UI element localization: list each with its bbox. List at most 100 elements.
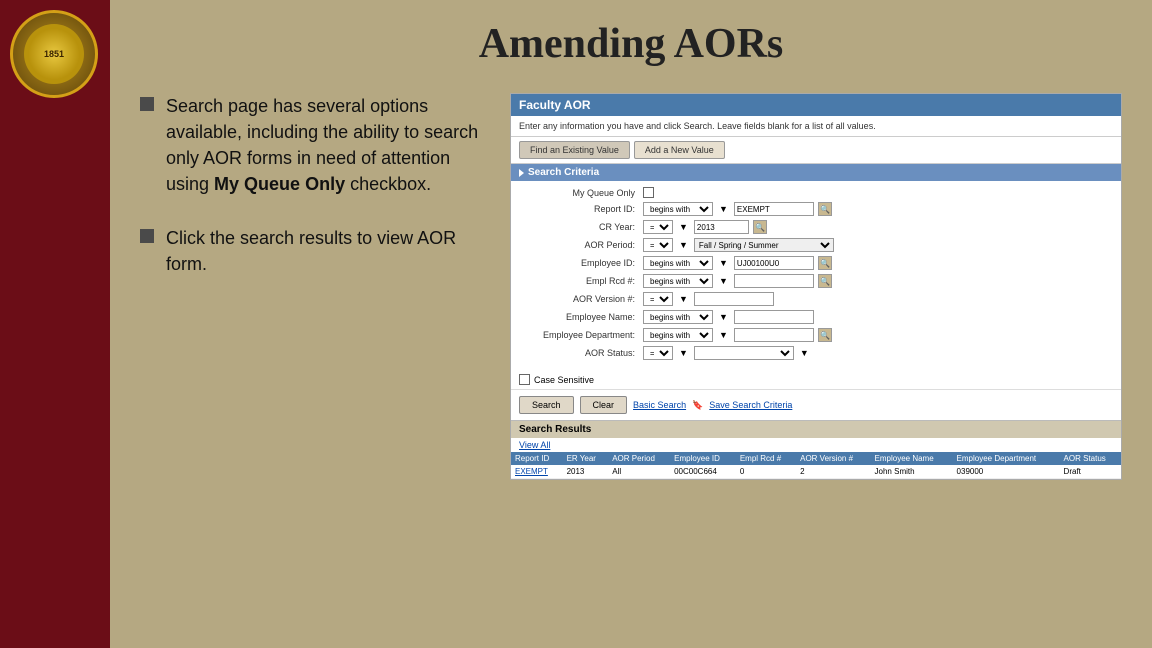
col-employee-name: Employee Name	[871, 452, 953, 465]
aor-status-select[interactable]	[694, 346, 794, 360]
cr-year-operator[interactable]: =	[643, 220, 673, 234]
tab-add-new[interactable]: Add a New Value	[634, 141, 725, 159]
cell-report-id[interactable]: EXEMPT	[511, 465, 563, 479]
employee-name-row: Employee Name: begins with ▼	[519, 310, 1113, 324]
cr-year-row: CR Year: = ▼ 🔍	[519, 220, 1113, 234]
case-sensitive-row: Case Sensitive	[511, 370, 1121, 389]
cr-year-label: CR Year:	[519, 222, 639, 232]
col-empl-rcd: Empl Rcd #	[736, 452, 796, 465]
view-all-link[interactable]: View All	[511, 438, 1121, 452]
bullet-item-2: Click the search results to view AOR for…	[140, 225, 480, 277]
report-id-label: Report ID:	[519, 204, 639, 214]
basic-search-link[interactable]: Basic Search	[633, 400, 686, 410]
table-row: EXEMPT 2013 All 00C00C664 0 2 John Smith…	[511, 465, 1121, 479]
empl-rcd-input[interactable]	[734, 274, 814, 288]
my-queue-checkbox[interactable]	[643, 187, 654, 198]
aor-version-row: AOR Version #: = ▼	[519, 292, 1113, 306]
employee-dept-operator[interactable]: begins with	[643, 328, 713, 342]
cell-employee-dept: 039000	[953, 465, 1060, 479]
aor-period-row: AOR Period: = ▼ Fall / Spring / Summer	[519, 238, 1113, 252]
employee-dept-eq: ▼	[717, 330, 730, 340]
employee-id-input[interactable]	[734, 256, 814, 270]
screenshot-panel: Faculty AOR Enter any information you ha…	[510, 93, 1122, 480]
aor-period-operator[interactable]: =	[643, 238, 673, 252]
employee-id-operator[interactable]: begins with	[643, 256, 713, 270]
report-id-operator[interactable]: begins with	[643, 202, 713, 216]
col-aor-period: AOR Period	[608, 452, 670, 465]
col-employee-id: Employee ID	[670, 452, 736, 465]
empl-rcd-label: Empl Rcd #:	[519, 276, 639, 286]
save-criteria-icon: 🔖	[692, 400, 703, 411]
employee-name-eq: ▼	[717, 312, 730, 322]
aor-status-dropdown-icon: ▼	[798, 348, 811, 358]
clear-button[interactable]: Clear	[580, 396, 628, 414]
cr-year-eq: ▼	[677, 222, 690, 232]
case-sensitive-checkbox[interactable]	[519, 374, 530, 385]
aor-version-input[interactable]	[694, 292, 774, 306]
cr-year-input[interactable]	[694, 220, 749, 234]
triangle-icon	[519, 169, 524, 177]
bullet-item-1: Search page has several options availabl…	[140, 93, 480, 197]
cr-year-search-icon[interactable]: 🔍	[753, 220, 767, 234]
col-aor-status: AOR Status	[1060, 452, 1121, 465]
empl-rcd-operator[interactable]: begins with	[643, 274, 713, 288]
empl-rcd-search-icon[interactable]: 🔍	[818, 274, 832, 288]
cell-er-year: 2013	[563, 465, 609, 479]
bullet-icon-1	[140, 97, 154, 111]
bullets-section: Search page has several options availabl…	[140, 93, 480, 306]
save-criteria-link[interactable]: Save Search Criteria	[709, 400, 792, 410]
report-id-search-icon[interactable]: 🔍	[818, 202, 832, 216]
bullet-text-1: Search page has several options availabl…	[166, 93, 480, 197]
form-grid: My Queue Only Report ID: begins with ▼ 🔍…	[511, 181, 1121, 370]
results-header-bar: Search Results	[511, 420, 1121, 438]
results-table-header-row: Report ID ER Year AOR Period Employee ID…	[511, 452, 1121, 465]
report-id-eq: ▼	[717, 204, 730, 214]
report-id-input[interactable]	[734, 202, 814, 216]
page-title: Amending AORs	[140, 20, 1122, 68]
col-report-id: Report ID	[511, 452, 563, 465]
aor-status-operator[interactable]: =	[643, 346, 673, 360]
search-button[interactable]: Search	[519, 396, 574, 414]
my-queue-row: My Queue Only	[519, 187, 1113, 198]
tabs-row: Find an Existing Value Add a New Value	[511, 137, 1121, 164]
empl-rcd-eq: ▼	[717, 276, 730, 286]
employee-name-input[interactable]	[734, 310, 814, 324]
content-row: Search page has several options availabl…	[140, 93, 1122, 480]
panel-title: Faculty AOR	[519, 98, 591, 112]
search-criteria-label: Search Criteria	[528, 167, 599, 178]
aor-status-row: AOR Status: = ▼ ▼	[519, 346, 1113, 360]
aor-version-operator[interactable]: =	[643, 292, 673, 306]
cell-employee-name: John Smith	[871, 465, 953, 479]
col-aor-version: AOR Version #	[796, 452, 870, 465]
cell-empl-rcd: 0	[736, 465, 796, 479]
aor-status-label: AOR Status:	[519, 348, 639, 358]
aor-period-label: AOR Period:	[519, 240, 639, 250]
employee-id-search-icon[interactable]: 🔍	[818, 256, 832, 270]
action-row: Search Clear Basic Search 🔖 Save Search …	[511, 389, 1121, 420]
aor-period-select[interactable]: Fall / Spring / Summer	[694, 238, 834, 252]
employee-dept-label: Employee Department:	[519, 330, 639, 340]
aor-version-eq: ▼	[677, 294, 690, 304]
employee-id-label: Employee ID:	[519, 258, 639, 268]
my-queue-label: My Queue Only	[519, 188, 639, 198]
employee-id-eq: ▼	[717, 258, 730, 268]
case-sensitive-label: Case Sensitive	[534, 375, 594, 385]
panel-instruction: Enter any information you have and click…	[511, 116, 1121, 137]
search-criteria-header: Search Criteria	[511, 164, 1121, 181]
employee-dept-input[interactable]	[734, 328, 814, 342]
aor-status-eq: ▼	[677, 348, 690, 358]
col-er-year: ER Year	[563, 452, 609, 465]
employee-name-operator[interactable]: begins with	[643, 310, 713, 324]
aor-period-eq: ▼	[677, 240, 690, 250]
empl-rcd-row: Empl Rcd #: begins with ▼ 🔍	[519, 274, 1113, 288]
bullet-icon-2	[140, 229, 154, 243]
cell-aor-period: All	[608, 465, 670, 479]
col-employee-dept: Employee Department	[953, 452, 1060, 465]
fsu-seal: 1851	[10, 10, 100, 100]
employee-dept-row: Employee Department: begins with ▼ 🔍	[519, 328, 1113, 342]
cell-aor-version: 2	[796, 465, 870, 479]
employee-dept-search-icon[interactable]: 🔍	[818, 328, 832, 342]
report-id-link[interactable]: EXEMPT	[515, 467, 548, 476]
tab-find-existing[interactable]: Find an Existing Value	[519, 141, 630, 159]
seal-year: 1851	[44, 49, 64, 60]
